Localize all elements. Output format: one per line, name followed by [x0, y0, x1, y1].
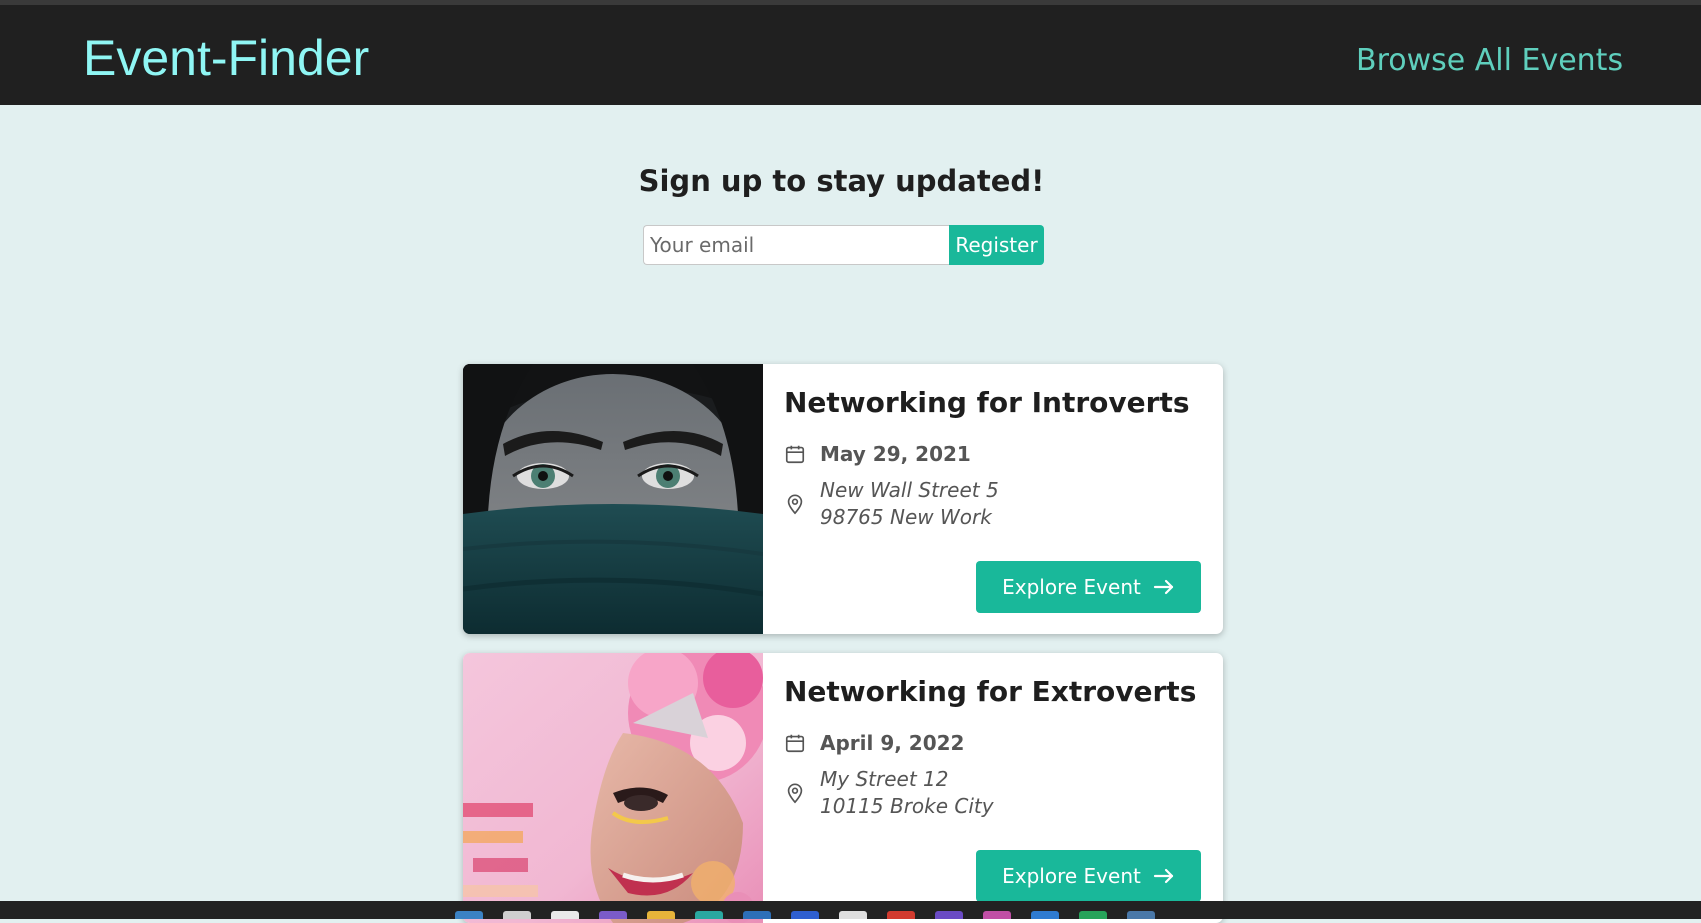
taskbar-app-icon[interactable] [1127, 911, 1155, 919]
calendar-icon [785, 734, 805, 753]
location-pin-icon [787, 494, 803, 515]
event-date: May 29, 2021 [820, 442, 971, 466]
signup-title: Sign up to stay updated! [638, 164, 1045, 198]
event-card: Networking for Extroverts April 9, 2022 … [463, 653, 1223, 923]
event-address-row: New Wall Street 5 98765 New Work [784, 477, 999, 531]
taskbar-app-icon[interactable] [1079, 911, 1107, 919]
taskbar-app-icon[interactable] [887, 911, 915, 919]
taskbar-app-icon[interactable] [599, 911, 627, 919]
taskbar-app-icon[interactable] [743, 911, 771, 919]
explore-event-button[interactable]: Explore Event [976, 850, 1201, 902]
taskbar-app-icon[interactable] [935, 911, 963, 919]
taskbar-app-icon[interactable] [839, 911, 867, 919]
woman-covered-face-image [463, 364, 763, 634]
taskbar-app-icon[interactable] [791, 911, 819, 919]
event-title: Networking for Extroverts [784, 675, 1197, 708]
event-image [463, 364, 763, 634]
explore-event-label: Explore Event [1002, 575, 1141, 599]
taskbar-app-icon[interactable] [1031, 911, 1059, 919]
event-address-line1: New Wall Street 5 [820, 478, 999, 502]
explore-event-button[interactable]: Explore Event [976, 561, 1201, 613]
arrow-right-icon [1153, 579, 1173, 595]
event-details: Networking for Extroverts April 9, 2022 … [763, 653, 1223, 923]
event-image [463, 653, 763, 923]
event-address-row: My Street 12 10115 Broke City [784, 766, 994, 820]
taskbar-app-icon[interactable] [695, 911, 723, 919]
arrow-right-icon [1153, 868, 1173, 884]
taskbar-app-icon[interactable] [503, 911, 531, 919]
site-header: Event-Finder Browse All Events [0, 5, 1701, 105]
brand-logo-link[interactable]: Event-Finder [83, 29, 369, 87]
event-date-row: May 29, 2021 [784, 442, 971, 466]
register-button[interactable]: Register [949, 225, 1044, 265]
signup-form: Register [643, 225, 1044, 265]
taskbar-app-icon[interactable] [455, 911, 483, 919]
os-taskbar [0, 901, 1701, 919]
event-date: April 9, 2022 [820, 731, 965, 755]
event-address: New Wall Street 5 98765 New Work [820, 477, 999, 531]
taskbar-app-icon[interactable] [551, 911, 579, 919]
location-pin-icon [787, 783, 803, 804]
explore-event-label: Explore Event [1002, 864, 1141, 888]
event-address: My Street 12 10115 Broke City [820, 766, 994, 820]
event-title: Networking for Introverts [784, 386, 1190, 419]
browse-all-events-link[interactable]: Browse All Events [1356, 43, 1623, 78]
event-address-line1: My Street 12 [820, 767, 949, 791]
taskbar-app-icon[interactable] [983, 911, 1011, 919]
taskbar-app-icon[interactable] [647, 911, 675, 919]
event-date-row: April 9, 2022 [784, 731, 964, 755]
event-address-line2: 10115 Broke City [820, 794, 994, 818]
event-details: Networking for Introverts May 29, 2021 N… [763, 364, 1223, 634]
event-address-line2: 98765 New Work [820, 505, 992, 529]
calendar-icon [785, 445, 805, 464]
email-input[interactable] [643, 225, 949, 265]
carnival-performer-image [463, 653, 763, 923]
event-card: Networking for Introverts May 29, 2021 N… [463, 364, 1223, 634]
